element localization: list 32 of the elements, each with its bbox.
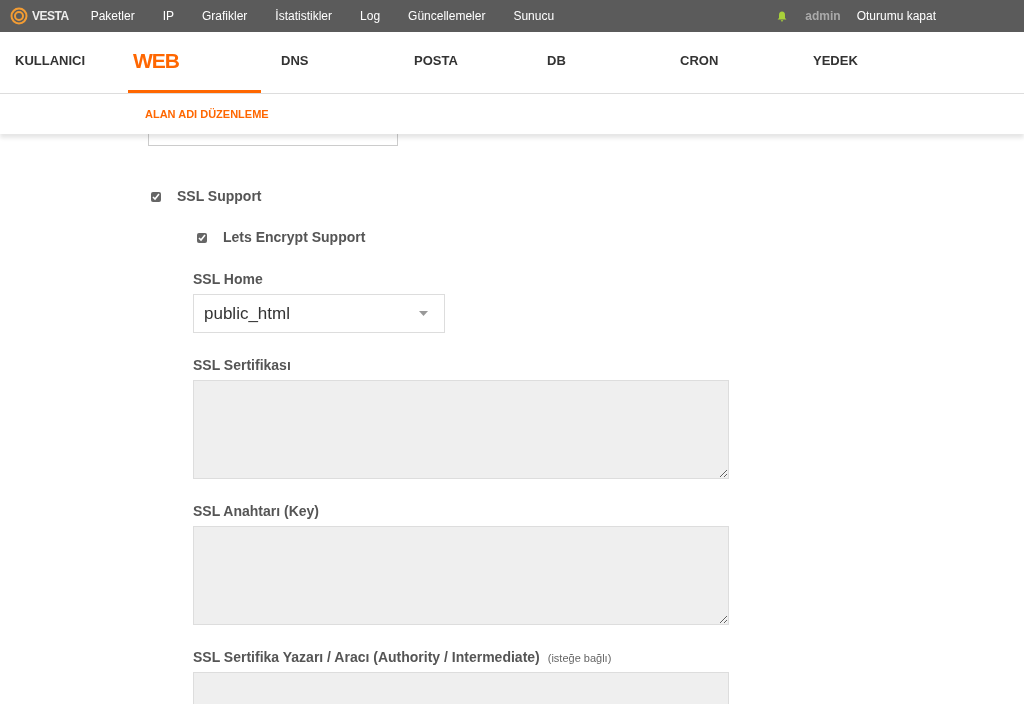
field-label: SSL Sertifika Yazarı / Aracı (Authority / Intermediate) [193,649,540,665]
logo-text: VESTA [32,8,69,25]
nav-tab[interactable]: POSTA [399,32,532,93]
nav-tab[interactable]: YEDEK [798,32,931,93]
text-area[interactable] [193,526,729,625]
menu-link[interactable]: Log [360,7,381,25]
logout-link[interactable]: Oturumu kapat [856,7,936,25]
menu-link[interactable]: İstatistikler [275,7,333,25]
menu-link[interactable]: Grafikler [202,7,248,25]
input-field[interactable] [148,134,398,146]
field-label: SSL Sertifikası [193,356,292,375]
field-label: SSL Anahtarı (Key) [193,502,321,521]
checkbox[interactable] [197,232,207,243]
field-label: SSL Home [193,270,264,289]
page-subtitle: ALAN ADI DÜZENLEME [145,106,269,122]
menu-link[interactable]: Sunucu [513,7,555,25]
checkbox-label: Lets Encrypt Support [223,228,366,247]
menu-link[interactable]: Güncellemeler [408,7,486,25]
caret-icon [419,311,428,316]
dropdown[interactable]: public_html [193,294,445,333]
nav-tab[interactable]: DB [532,32,665,93]
checkbox[interactable] [151,191,161,202]
checkbox-label: SSL Support [177,187,262,206]
menu-link[interactable]: Paketler [90,7,135,25]
ring-logo-icon [10,7,28,25]
bell-icon[interactable] [777,10,788,22]
text-area[interactable] [193,380,729,479]
menu-link[interactable]: IP [162,7,174,25]
nav-tab[interactable]: CRON [665,32,798,93]
nav-tab[interactable]: DNS [266,32,399,93]
optional-note: (isteğe bağlı) [547,652,612,664]
dropdown-value: public_html [204,302,290,325]
